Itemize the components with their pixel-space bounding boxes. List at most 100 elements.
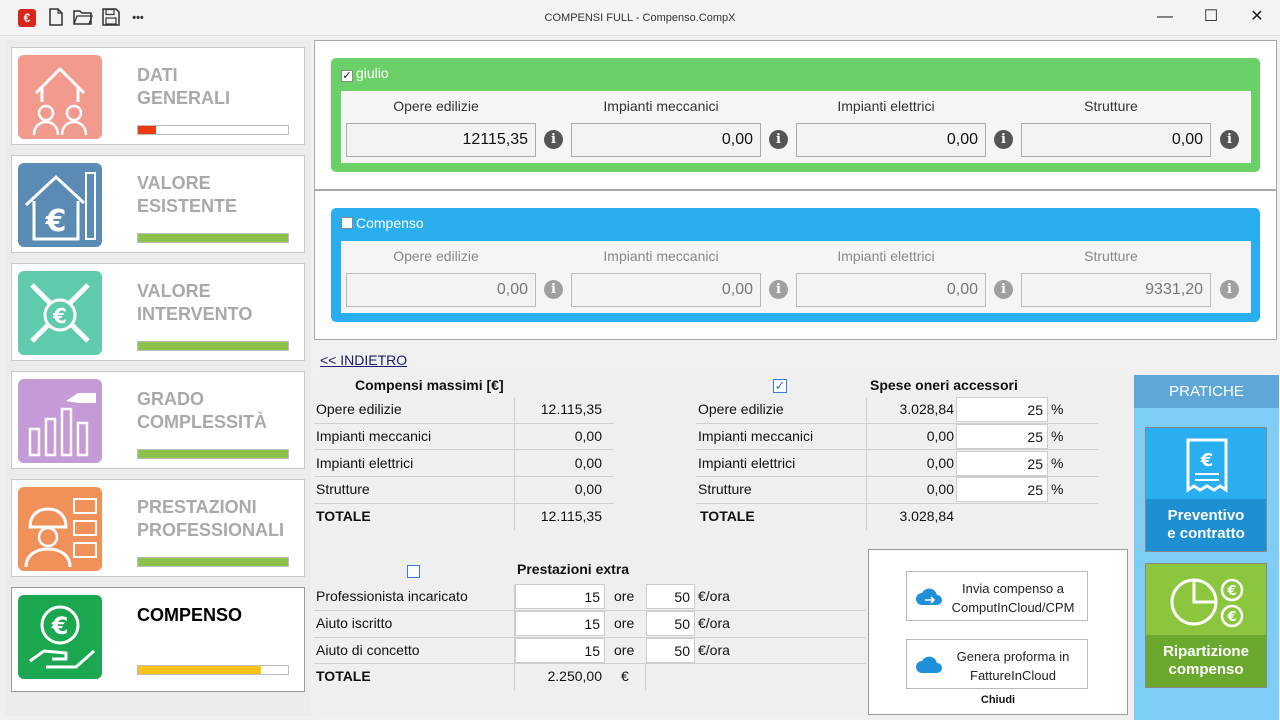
row-label: Impianti elettrici bbox=[316, 455, 414, 471]
button-label: Preventivo e contratto bbox=[1146, 499, 1266, 551]
total-label: TOTALE bbox=[316, 508, 371, 524]
progress-fill bbox=[138, 558, 288, 566]
compenso-checkbox[interactable] bbox=[341, 217, 353, 229]
info-icon[interactable]: i bbox=[544, 130, 563, 149]
progress-fill bbox=[138, 342, 288, 350]
sidebar-item-label: COMPENSO bbox=[137, 605, 243, 625]
column-header: Impianti elettrici bbox=[837, 98, 935, 114]
back-link[interactable]: << INDIETRO bbox=[320, 352, 407, 368]
percent-input[interactable]: 25 bbox=[956, 477, 1048, 502]
giulio-checkbox[interactable]: ✓ bbox=[341, 70, 353, 82]
spese-title: Spese oneri accessori bbox=[870, 377, 1018, 393]
progress-fill bbox=[138, 234, 288, 242]
sidebar-item-valore-esistente[interactable]: € VALORE ESISTENTE bbox=[11, 155, 305, 253]
pratiche-header: PRATICHE bbox=[1134, 375, 1279, 408]
sidebar-item-grado-complessita[interactable]: GRADO COMPLESSITÀ bbox=[11, 371, 305, 469]
total-value: 2.250,00 bbox=[547, 668, 603, 684]
genera-proforma-button[interactable]: Genera proforma in FattureInCloud bbox=[906, 639, 1088, 689]
hours-input[interactable]: 15 bbox=[515, 611, 605, 636]
preventivo-contratto-button[interactable]: € Preventivo e contratto bbox=[1145, 427, 1267, 552]
hours-unit: ore bbox=[614, 615, 635, 631]
divider bbox=[645, 663, 646, 691]
compensi-title: Compensi massimi [€] bbox=[355, 377, 504, 393]
send-computincloud-button[interactable]: Invia compenso a ComputInCloud/CPM bbox=[906, 571, 1088, 621]
house-people-icon bbox=[18, 55, 102, 139]
row-label: Opere edilizie bbox=[316, 401, 402, 417]
row-label: Strutture bbox=[316, 481, 370, 497]
chiudi-button[interactable]: Chiudi bbox=[868, 694, 1128, 706]
pie-euro-icon: € € bbox=[1168, 572, 1248, 637]
title-bar: € ••• COMPENSI FULL - Compenso.CompX — ☐… bbox=[0, 0, 1280, 36]
svg-text:€: € bbox=[1226, 584, 1236, 599]
panel-values: Opere edilizie Impianti meccanici Impian… bbox=[341, 241, 1251, 313]
compenso-title: Compenso bbox=[356, 215, 424, 231]
sidebar-item-prestazioni-professionali[interactable]: PRESTAZIONI PROFESSIONALI bbox=[11, 479, 305, 577]
impianti-meccanici-value: 0,00 bbox=[571, 273, 761, 307]
impianti-elettrici-value[interactable]: 0,00 bbox=[796, 123, 986, 157]
column-header: Impianti elettrici bbox=[837, 248, 935, 264]
info-icon[interactable]: i bbox=[994, 130, 1013, 149]
spese-checkbox[interactable]: ✓ bbox=[773, 379, 787, 393]
tools-euro-icon: € bbox=[18, 271, 102, 355]
sidebar-item-label: VALORE INTERVENTO bbox=[137, 281, 253, 324]
panel-giulio: ✓ giulio Opere edilizie Impianti meccanic… bbox=[331, 58, 1260, 172]
row-label: Impianti meccanici bbox=[698, 428, 814, 444]
opere-edilizie-value[interactable]: 12115,35 bbox=[346, 123, 536, 157]
ripartizione-compenso-button[interactable]: € € Ripartizione compenso bbox=[1145, 563, 1267, 688]
button-line: FattureInCloud bbox=[970, 668, 1056, 683]
info-icon[interactable]: i bbox=[1220, 130, 1239, 149]
column-header: Impianti meccanici bbox=[603, 248, 719, 264]
panel-compenso: Compenso Opere edilizie Impianti meccani… bbox=[331, 208, 1260, 322]
progress-fill bbox=[138, 666, 261, 674]
hand-euro-icon: € bbox=[18, 595, 102, 679]
info-icon: i bbox=[544, 280, 563, 299]
sidebar-item-valore-intervento[interactable]: € VALORE INTERVENTO bbox=[11, 263, 305, 361]
svg-text:€: € bbox=[45, 204, 67, 239]
progress-bar bbox=[137, 341, 289, 351]
percent-unit: % bbox=[1051, 428, 1064, 444]
panel-compenso-wrap: Compenso Opere edilizie Impianti meccani… bbox=[314, 190, 1277, 340]
extra-checkbox[interactable] bbox=[407, 565, 420, 578]
hours-input[interactable]: 15 bbox=[515, 638, 605, 663]
button-line: compenso bbox=[1168, 661, 1244, 678]
close-button[interactable]: ✕ bbox=[1234, 0, 1280, 36]
rate-input[interactable]: 50 bbox=[646, 584, 695, 609]
impianti-meccanici-value[interactable]: 0,00 bbox=[571, 123, 761, 157]
button-line: Genera proforma in bbox=[956, 649, 1070, 664]
sidebar-item-label: DATI GENERALI bbox=[137, 65, 231, 108]
opere-edilizie-value: 0,00 bbox=[346, 273, 536, 307]
row-value: 0,00 bbox=[926, 455, 954, 471]
window-title: COMPENSI FULL - Compenso.CompX bbox=[544, 12, 736, 24]
button-line: e contratto bbox=[1167, 525, 1245, 542]
progress-bar bbox=[137, 665, 289, 675]
percent-input[interactable]: 25 bbox=[956, 424, 1048, 449]
column-header: Impianti meccanici bbox=[603, 98, 719, 114]
percent-unit: % bbox=[1051, 455, 1064, 471]
hours-input[interactable]: 15 bbox=[515, 584, 605, 609]
percent-input[interactable]: 25 bbox=[956, 451, 1048, 476]
column-header: Strutture bbox=[1084, 98, 1138, 114]
percent-input[interactable]: 25 bbox=[956, 397, 1048, 422]
column-header: Opere edilizie bbox=[393, 98, 479, 114]
rate-input[interactable]: 50 bbox=[646, 611, 695, 636]
info-icon: i bbox=[1220, 280, 1239, 299]
strutture-value[interactable]: 0,00 bbox=[1021, 123, 1211, 157]
sidebar-item-label: PRESTAZIONI PROFESSIONALI bbox=[137, 497, 285, 540]
minimize-button[interactable]: — bbox=[1142, 0, 1188, 36]
info-icon[interactable]: i bbox=[769, 130, 788, 149]
hours-unit: ore bbox=[614, 642, 635, 658]
panel-title: ✓ giulio bbox=[341, 65, 389, 82]
sidebar-item-dati-generali[interactable]: DATI GENERALI bbox=[11, 47, 305, 145]
progress-fill bbox=[138, 450, 288, 458]
rate-input[interactable]: 50 bbox=[646, 638, 695, 663]
progress-bar bbox=[137, 557, 289, 567]
maximize-button[interactable]: ☐ bbox=[1188, 0, 1234, 36]
rate-unit: €/ora bbox=[698, 615, 730, 631]
total-currency: € bbox=[621, 668, 629, 684]
button-line: Invia compenso a bbox=[962, 581, 1064, 596]
button-line: ComputInCloud/CPM bbox=[951, 600, 1075, 615]
sidebar-item-label: VALORE ESISTENTE bbox=[137, 173, 238, 216]
row-label: Strutture bbox=[698, 481, 752, 497]
engineer-icon bbox=[18, 487, 102, 571]
sidebar-item-compenso[interactable]: € COMPENSO bbox=[11, 587, 305, 692]
